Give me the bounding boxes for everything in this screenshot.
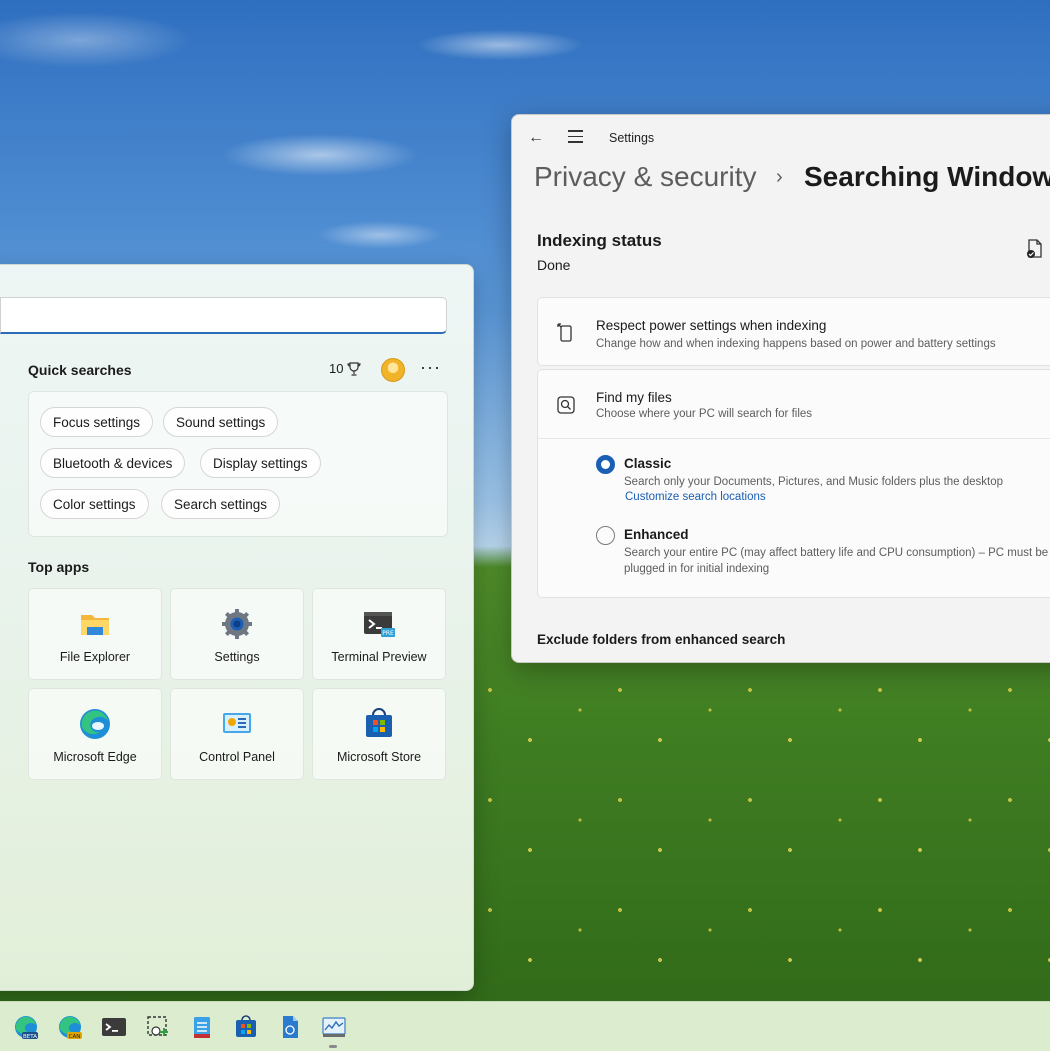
store-icon — [366, 708, 392, 737]
find-my-files-card: Find my files Choose where your PC will … — [537, 369, 1050, 598]
chip-bluetooth-devices[interactable]: Bluetooth & devices — [40, 448, 186, 478]
classic-title: Classic — [624, 456, 672, 471]
app-label: Microsoft Store — [336, 750, 422, 764]
svg-text:CAN: CAN — [69, 1034, 81, 1040]
settings-window: ← Settings Privacy & security › Searchin… — [511, 114, 1050, 663]
app-label: Terminal Preview — [331, 650, 427, 664]
divider — [538, 438, 1050, 439]
app-label: Microsoft Edge — [53, 750, 137, 764]
power-settings-row[interactable]: Respect power settings when indexing Cha… — [537, 297, 1050, 366]
taskbar: BETA CAN — [0, 1001, 1050, 1051]
wallpaper-flowers — [470, 660, 1050, 1000]
enhanced-title: Enhanced — [624, 527, 689, 542]
chip-color-settings[interactable]: Color settings — [40, 489, 149, 519]
avatar[interactable] — [381, 358, 405, 382]
top-apps-title: Top apps — [28, 559, 90, 575]
find-my-files-title: Find my files — [596, 390, 672, 405]
active-app-indicator — [329, 1045, 337, 1048]
control-panel-icon — [223, 713, 251, 733]
search-folder-icon — [557, 396, 575, 414]
classic-description: Search only your Documents, Pictures, an… — [624, 476, 1004, 488]
indexing-status-title: Indexing status — [537, 231, 662, 250]
enhanced-description: Search your entire PC (may affect batter… — [624, 547, 1049, 575]
points-value: 10 — [329, 361, 344, 376]
hamburger-menu-icon[interactable] — [568, 130, 583, 147]
terminal-icon[interactable] — [101, 1014, 127, 1040]
svg-text:BETA: BETA — [23, 1034, 37, 1040]
edge-icon — [80, 709, 110, 739]
app-label: Settings — [214, 650, 260, 664]
breadcrumb-parent[interactable]: Privacy & security — [534, 161, 757, 193]
enhanced-radio[interactable] — [596, 526, 615, 545]
app-settings[interactable]: Settings — [170, 588, 304, 680]
search-input[interactable] — [0, 297, 447, 334]
trophy-icon — [347, 361, 362, 376]
performance-monitor-icon[interactable] — [321, 1014, 347, 1040]
svg-text:PRE: PRE — [382, 630, 394, 637]
app-microsoft-store[interactable]: Microsoft Store — [312, 688, 446, 780]
chevron-right-icon: › — [776, 166, 783, 188]
find-my-files-subtitle: Choose where your PC will search for fil… — [596, 408, 813, 420]
app-control-panel[interactable]: Control Panel — [170, 688, 304, 780]
customize-search-locations-link[interactable]: Customize search locations — [625, 491, 766, 503]
file-icon[interactable] — [277, 1014, 303, 1040]
store-icon[interactable] — [233, 1014, 259, 1040]
more-options-icon[interactable]: ··· — [420, 357, 441, 378]
edge-canary-icon[interactable]: CAN — [57, 1014, 83, 1040]
terminal-icon: PRE — [364, 612, 395, 637]
app-file-explorer[interactable]: File Explorer — [28, 588, 162, 680]
document-check-icon — [1027, 239, 1042, 258]
back-arrow-icon[interactable]: ← — [528, 129, 544, 147]
chip-focus-settings[interactable]: Focus settings — [40, 407, 154, 437]
app-terminal-preview[interactable]: PRE Terminal Preview — [312, 588, 446, 680]
chip-search-settings[interactable]: Search settings — [161, 489, 281, 519]
power-settings-subtitle: Change how and when indexing happens bas… — [596, 338, 996, 350]
app-microsoft-edge[interactable]: Microsoft Edge — [28, 688, 162, 780]
rewards-points[interactable]: 10 — [329, 361, 362, 376]
app-label: File Explorer — [59, 650, 131, 664]
classic-radio[interactable] — [596, 455, 615, 474]
snipping-tool-icon[interactable] — [145, 1014, 171, 1040]
indexing-status-value: Done — [537, 257, 571, 273]
edge-beta-icon[interactable]: BETA — [13, 1014, 39, 1040]
quick-searches-title: Quick searches — [28, 362, 132, 378]
chip-sound-settings[interactable]: Sound settings — [163, 407, 279, 437]
exclude-folders-title: Exclude folders from enhanced search — [537, 632, 786, 647]
window-title: Settings — [609, 131, 655, 145]
chip-display-settings[interactable]: Display settings — [200, 448, 321, 478]
power-settings-title: Respect power settings when indexing — [596, 318, 827, 333]
gear-icon — [222, 609, 252, 639]
folder-icon — [81, 615, 109, 635]
app-label: Control Panel — [199, 750, 275, 764]
notepad-icon[interactable] — [189, 1014, 215, 1040]
page-title: Searching Windows — [804, 161, 1050, 192]
power-sync-icon — [557, 323, 572, 342]
